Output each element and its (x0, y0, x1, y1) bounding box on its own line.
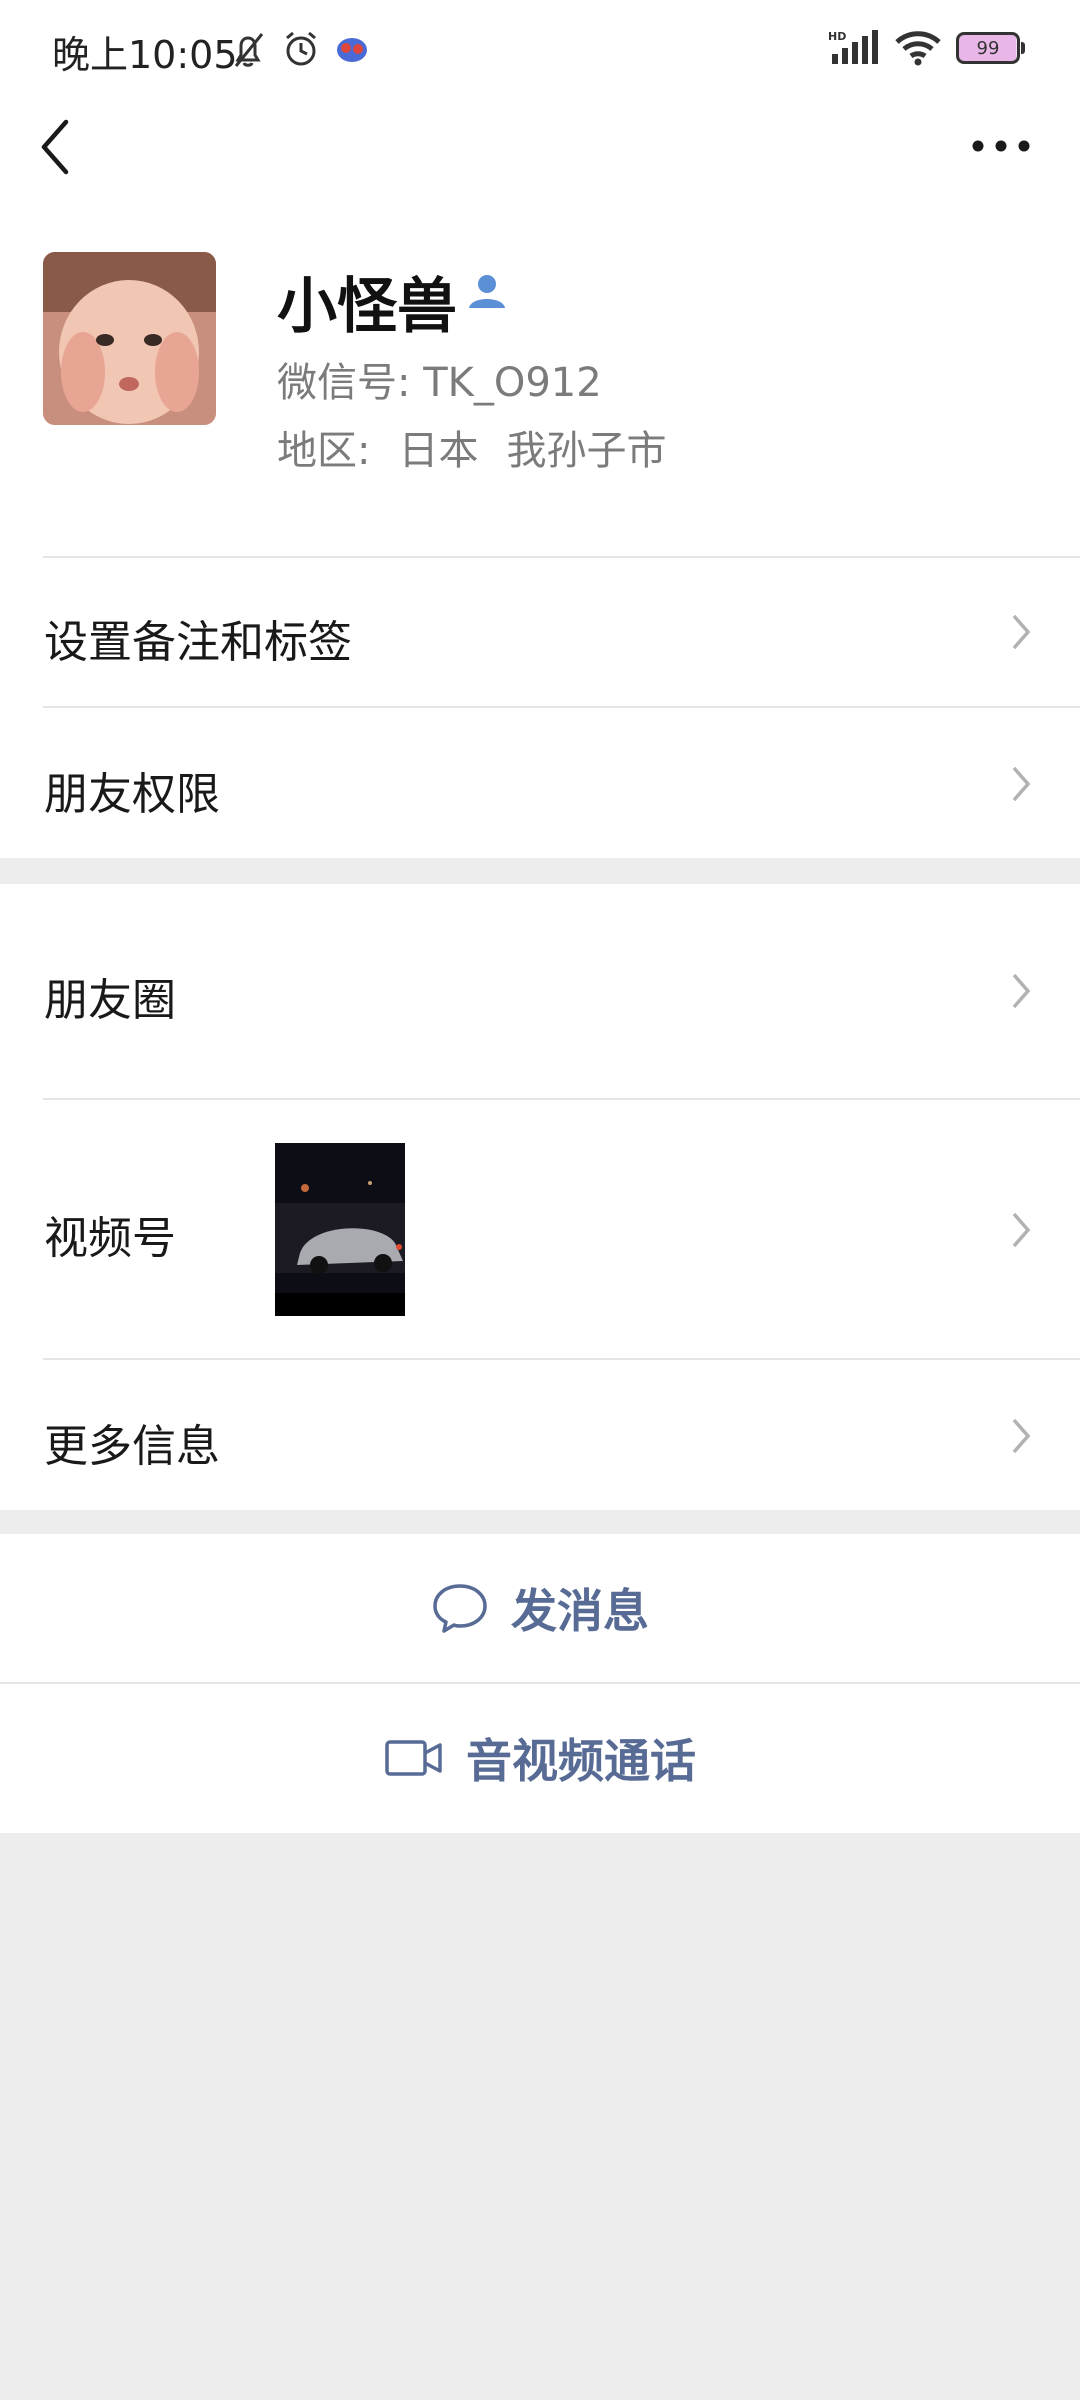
svg-text:HD: HD (828, 30, 846, 43)
region-label: 地区: (277, 428, 371, 474)
wechat-id: 微信号: TK_O912 (277, 360, 602, 406)
contact-person-icon (469, 275, 505, 308)
row-moments[interactable]: 朋友圈 (0, 884, 1080, 1098)
chevron-right-icon (1012, 1212, 1031, 1248)
row-permissions-label: 朋友权限 (44, 769, 220, 820)
back-button[interactable] (34, 112, 78, 182)
chevron-right-icon (1012, 1418, 1031, 1454)
row-channels-label: 视频号 (44, 1213, 176, 1264)
video-call-label: 音视频通话 (466, 1734, 696, 1788)
contact-name: 小怪兽 (277, 272, 457, 342)
status-time: 晚上10:05 (52, 33, 238, 77)
avatar-image (43, 252, 216, 425)
send-message-label: 发消息 (511, 1584, 649, 1638)
video-camera-icon (385, 1740, 442, 1776)
row-more-info-label: 更多信息 (44, 1421, 220, 1472)
status-bar: 晚上10:05 HD 99 (0, 0, 1080, 96)
avatar[interactable] (43, 252, 216, 425)
row-moments-label: 朋友圈 (44, 975, 176, 1026)
app-notification-icon (337, 38, 367, 62)
more-options-button[interactable] (966, 126, 1036, 166)
row-remark-label: 设置备注和标签 (44, 617, 352, 668)
battery-icon: 99 (956, 32, 1025, 64)
chevron-right-icon (1012, 614, 1031, 650)
region-country: 日本 (398, 428, 479, 474)
region-city: 我孙子市 (506, 428, 667, 474)
chevron-right-icon (1012, 766, 1031, 802)
hd-signal-icon: HD (828, 30, 878, 64)
section-gap (0, 1510, 1080, 1534)
bell-off-icon (234, 33, 264, 67)
row-remark-tags[interactable]: 设置备注和标签 (0, 558, 1080, 706)
row-channels[interactable]: 视频号 (0, 1100, 1080, 1358)
alarm-icon (286, 31, 316, 66)
battery-level: 99 (976, 37, 1000, 59)
section-gap (0, 858, 1080, 884)
row-more-info[interactable]: 更多信息 (0, 1360, 1080, 1510)
send-message-button[interactable]: 发消息 (0, 1534, 1080, 1682)
channels-video-thumbnail[interactable] (275, 1143, 405, 1316)
chevron-right-icon (1012, 973, 1031, 1009)
video-thumbnail-image (275, 1143, 405, 1316)
wifi-icon (895, 31, 941, 66)
video-call-button[interactable]: 音视频通话 (0, 1684, 1080, 1832)
region: 地区: 日本 我孙子市 (277, 418, 694, 476)
status-right: HD 99 (828, 30, 1025, 66)
chat-bubble-icon (433, 1584, 487, 1633)
row-friend-permissions[interactable]: 朋友权限 (0, 708, 1080, 858)
